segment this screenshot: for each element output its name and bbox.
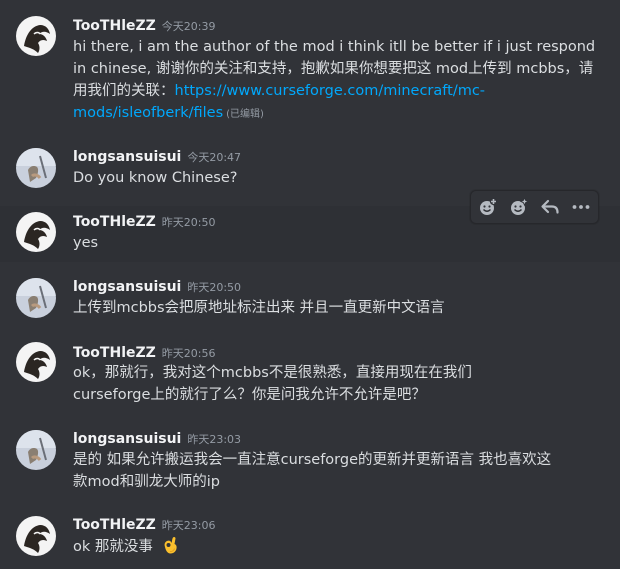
add-reaction-button[interactable] — [474, 193, 502, 221]
avatar-longsansuisui[interactable] — [16, 430, 56, 470]
message-text: 是的 如果允许搬运我会一直注意curseforge的更新并更新语言 我也喜欢这款… — [73, 452, 552, 490]
username[interactable]: TooTHleZZ — [73, 214, 156, 230]
ok-hand-emoji — [164, 536, 177, 554]
message-text: 上传到mcbbs会把原地址标注出来 并且一直更新中文语言 — [73, 300, 445, 316]
message-actions-toolbar — [470, 190, 599, 224]
message-text: ok 那就没事 — [73, 539, 153, 555]
message-content: hi there, i am the author of the mod i t… — [73, 36, 603, 126]
message: longsansuisui 昨天20:50 上传到mcbbs会把原地址标注出来 并… — [0, 270, 620, 330]
username[interactable]: TooTHleZZ — [73, 517, 156, 533]
username[interactable]: TooTHleZZ — [73, 18, 156, 34]
message-header: longsansuisui 昨天23:03 — [73, 428, 241, 450]
message-content: yes — [73, 232, 603, 254]
username[interactable]: longsansuisui — [73, 279, 181, 295]
more-options-button[interactable] — [567, 193, 595, 221]
chat-log: TooTHleZZ 今天20:39 hi there, i am the auth… — [0, 0, 620, 569]
add-reaction-icon — [480, 197, 498, 215]
timestamp: 昨天23:06 — [161, 519, 216, 532]
timestamp: 今天20:39 — [161, 20, 216, 33]
message-header: longsansuisui 今天20:47 — [73, 146, 241, 168]
avatar-longsansuisui[interactable] — [16, 148, 56, 188]
avatar-toothlezz[interactable] — [16, 516, 56, 556]
message-text: ok，那就行，我对这个mcbbs不是很熟悉，直接用现在在我们curseforge… — [73, 365, 472, 403]
reply-button[interactable] — [536, 193, 564, 221]
avatar-longsansuisui[interactable] — [16, 278, 56, 318]
message-content: Do you know Chinese? — [73, 167, 603, 189]
message-header: TooTHleZZ 今天20:39 — [73, 15, 216, 37]
edited-label: (已编辑) — [226, 109, 264, 120]
message-header: TooTHleZZ 昨天23:06 — [73, 514, 216, 536]
username[interactable]: longsansuisui — [73, 431, 181, 447]
timestamp: 昨天20:50 — [161, 216, 216, 229]
message-header: TooTHleZZ 昨天20:50 — [73, 211, 216, 233]
timestamp: 昨天20:50 — [187, 281, 242, 294]
timestamp: 昨天23:03 — [187, 433, 242, 446]
timestamp: 今天20:47 — [187, 151, 242, 164]
super-reaction-icon — [511, 197, 530, 215]
avatar-toothlezz[interactable] — [16, 342, 56, 382]
avatar-toothlezz[interactable] — [16, 212, 56, 252]
message: TooTHleZZ 昨天23:06 ok 那就没事 — [0, 508, 620, 569]
message: TooTHleZZ 今天20:39 hi there, i am the auth… — [0, 0, 620, 130]
message-header: TooTHleZZ 昨天20:56 — [73, 342, 216, 364]
message-header: longsansuisui 昨天20:50 — [73, 276, 241, 298]
message-content: 上传到mcbbs会把原地址标注出来 并且一直更新中文语言 — [73, 297, 603, 319]
message-text: yes — [73, 235, 99, 251]
message-content: 是的 如果允许搬运我会一直注意curseforge的更新并更新语言 我也喜欢这款… — [73, 449, 563, 493]
message-content: ok，那就行，我对这个mcbbs不是很熟悉，直接用现在在我们curseforge… — [73, 362, 513, 406]
timestamp: 昨天20:56 — [161, 347, 216, 360]
avatar-toothlezz[interactable] — [16, 16, 56, 56]
message-text: Do you know Chinese? — [73, 170, 238, 186]
username[interactable]: TooTHleZZ — [73, 345, 156, 361]
reply-icon — [541, 199, 559, 214]
more-icon — [572, 205, 590, 209]
message: TooTHleZZ 昨天20:56 ok，那就行，我对这个mcbbs不是很熟悉，直… — [0, 336, 620, 416]
message-content: ok 那就没事 — [73, 535, 603, 558]
message: longsansuisui 昨天23:03 是的 如果允许搬运我会一直注意curs… — [0, 422, 620, 502]
super-reaction-button[interactable] — [505, 193, 533, 221]
username[interactable]: longsansuisui — [73, 149, 181, 165]
